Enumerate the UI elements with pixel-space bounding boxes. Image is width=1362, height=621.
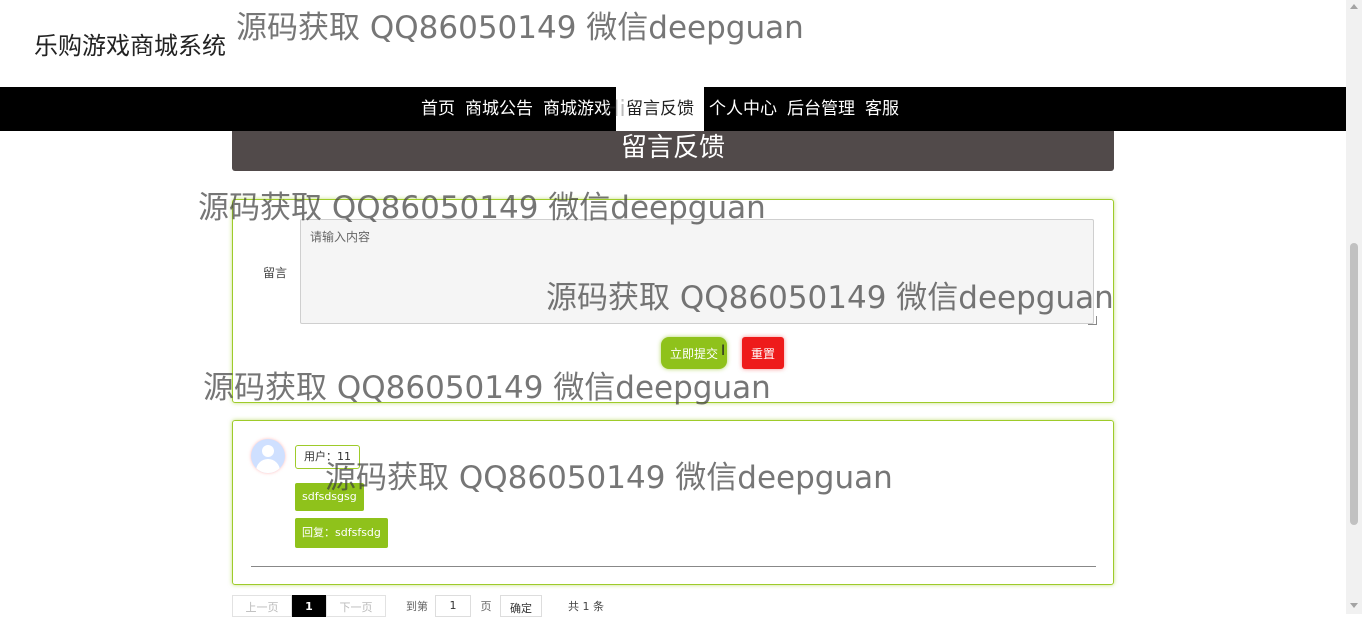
top-navbar: 首页 商城公告 商城游戏 留言反馈 个人中心 后台管理 客服 [0,87,1346,131]
message-content: sdfsdsgsg [295,483,364,511]
nav-item-home[interactable]: 首页 [416,87,460,131]
message-label: 留言 [263,266,288,280]
page-banner: 留言反馈 [232,131,1114,171]
message-reply: 回复：sdfsfsdg [295,518,388,548]
overlay-ghost-text: Hi [603,97,626,122]
nav-item-feedback[interactable]: 留言反馈 [616,87,704,131]
scroll-up-arrow-icon[interactable] [1350,4,1358,9]
nav-item-user-center[interactable]: 个人中心 [704,87,782,131]
avatar [251,439,285,473]
scroll-down-arrow-icon[interactable] [1350,603,1358,608]
text-cursor-icon: I [721,343,726,359]
feedback-form: 留言 立即提交 I 重置 [232,199,1114,403]
page-scrollbar[interactable] [1346,0,1362,614]
textarea-resize-handle[interactable] [1088,316,1097,325]
avatar-body-icon [256,459,280,473]
submit-button[interactable]: 立即提交 [661,337,727,369]
watermark-text: 源码获取 QQ86050149 微信deepguan [236,10,804,46]
message-textarea[interactable] [300,219,1094,324]
message-list: 用户：11 sdfsdsgsg 回复：sdfsfsdg [232,420,1114,585]
scrollbar-thumb[interactable] [1350,243,1358,525]
nav-item-admin[interactable]: 后台管理 [782,87,860,131]
reset-button[interactable]: 重置 [742,337,784,369]
nav-menu: 首页 商城公告 商城游戏 留言反馈 个人中心 后台管理 客服 [416,87,904,131]
avatar-head-icon [262,445,274,457]
message-user: 用户：11 [295,445,360,469]
nav-item-announcements[interactable]: 商城公告 [460,87,538,131]
nav-item-customer-service[interactable]: 客服 [860,87,904,131]
divider [251,566,1096,567]
site-title: 乐购游戏商城系统 [34,32,226,60]
